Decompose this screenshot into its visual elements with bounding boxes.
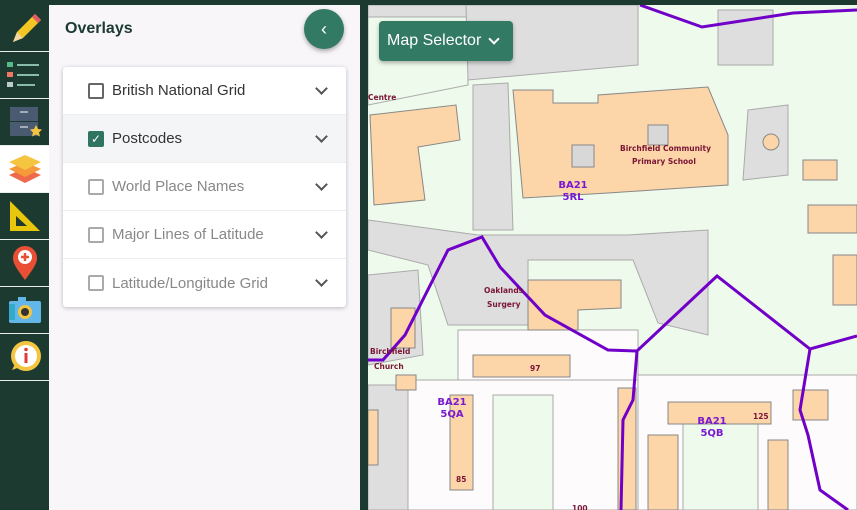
- overlay-british-national-grid[interactable]: British National Grid: [63, 67, 346, 115]
- label-surgery-1: Oaklands: [484, 286, 524, 295]
- overlay-list: British National Grid ✓ Postcodes World P…: [63, 67, 346, 307]
- overlay-label: Postcodes: [112, 130, 183, 147]
- chevron-down-icon[interactable]: [315, 274, 328, 287]
- chevron-down-icon[interactable]: [315, 130, 328, 143]
- overlay-major-lines-of-latitude[interactable]: Major Lines of Latitude: [63, 211, 346, 259]
- drawer-star-icon: [9, 107, 42, 137]
- label-125: 125: [753, 412, 769, 421]
- toolbar: [0, 5, 49, 510]
- chevron-down-icon: [488, 33, 500, 45]
- postcode-label: BA21: [558, 180, 587, 191]
- camera-icon: [8, 297, 41, 323]
- label-school-1: Birchfield Community: [620, 144, 711, 153]
- label-school-2: Primary School: [632, 157, 696, 166]
- chevron-down-icon[interactable]: [315, 82, 328, 95]
- overlay-lat-long-grid[interactable]: Latitude/Longitude Grid: [63, 259, 346, 307]
- map-selector-button[interactable]: Map Selector: [379, 21, 513, 61]
- chevron-down-icon[interactable]: [315, 226, 328, 239]
- pencil-icon: [12, 14, 41, 42]
- chevron-down-icon[interactable]: [315, 178, 328, 191]
- map-selector-label: Map Selector: [387, 32, 482, 49]
- checkbox[interactable]: [88, 275, 104, 291]
- overlay-label: British National Grid: [112, 82, 246, 99]
- overlay-label: Major Lines of Latitude: [112, 226, 264, 243]
- map-view[interactable]: Centre Birchfield Community Primary Scho…: [368, 5, 857, 510]
- overlay-world-place-names[interactable]: World Place Names: [63, 163, 346, 211]
- checkbox[interactable]: [88, 82, 104, 99]
- postcode-label: 5QA: [440, 409, 463, 420]
- add-marker-tool-button[interactable]: [0, 240, 49, 287]
- overlay-label: Latitude/Longitude Grid: [112, 274, 268, 292]
- list-icon: [6, 62, 39, 87]
- panel-title: Overlays: [65, 20, 133, 37]
- overlays-tool-button[interactable]: [0, 146, 49, 193]
- layers-icon: [8, 155, 41, 183]
- postcode-label: BA21: [437, 397, 466, 408]
- map-pin-plus-icon: [12, 246, 37, 280]
- draw-tool-button[interactable]: [0, 5, 49, 52]
- checkbox[interactable]: [88, 226, 104, 243]
- postcode-label: 5QB: [700, 428, 723, 439]
- chevron-left-icon: ‹: [321, 18, 327, 39]
- overlay-postcodes[interactable]: ✓ Postcodes: [63, 115, 346, 163]
- label-100: 100: [572, 504, 588, 510]
- map-canvas: Centre Birchfield Community Primary Scho…: [368, 5, 857, 510]
- checkbox[interactable]: [88, 178, 104, 195]
- info-tool-button[interactable]: [0, 334, 49, 381]
- label-church-2: Church: [374, 362, 404, 371]
- legend-tool-button[interactable]: [0, 52, 49, 99]
- label-97: 97: [530, 364, 540, 373]
- overlays-panel: Overlays ‹ British National Grid ✓ Postco…: [49, 5, 360, 510]
- saved-maps-tool-button[interactable]: [0, 99, 49, 146]
- info-icon: [10, 341, 41, 371]
- label-surgery-2: Surgery: [487, 300, 521, 309]
- set-square-icon: [9, 201, 40, 231]
- measure-tool-button[interactable]: [0, 193, 49, 240]
- screenshot-tool-button[interactable]: [0, 287, 49, 334]
- postcode-label: BA21: [697, 416, 726, 427]
- label-centre: Centre: [368, 93, 396, 102]
- postcode-label: 5RL: [562, 192, 584, 203]
- overlay-label: World Place Names: [112, 178, 245, 195]
- label-church-1: Birchfield: [370, 347, 410, 356]
- checkbox[interactable]: ✓: [88, 130, 104, 147]
- collapse-panel-button[interactable]: ‹: [304, 9, 344, 49]
- label-85: 85: [456, 475, 466, 484]
